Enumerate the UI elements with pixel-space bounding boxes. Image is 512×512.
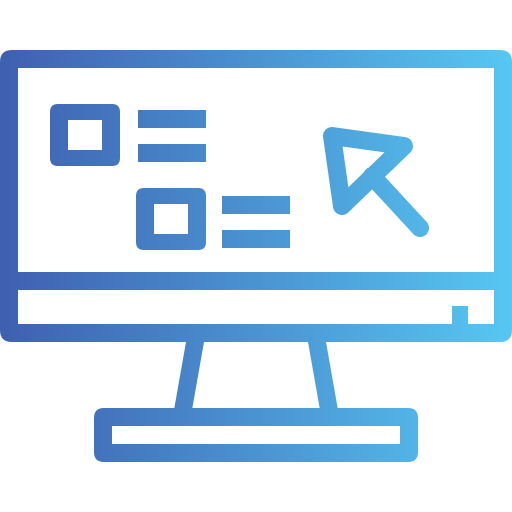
checkbox-icon xyxy=(50,104,120,166)
cursor-arrow-icon xyxy=(323,127,429,237)
screen-icon xyxy=(18,272,494,324)
icon-canvas xyxy=(0,0,512,512)
list-lines-icon xyxy=(138,110,206,162)
list-lines-icon xyxy=(222,196,290,248)
monitor-stand-icon xyxy=(94,342,418,462)
computer-monitor-icon xyxy=(0,50,512,462)
checkbox-icon xyxy=(136,188,206,250)
